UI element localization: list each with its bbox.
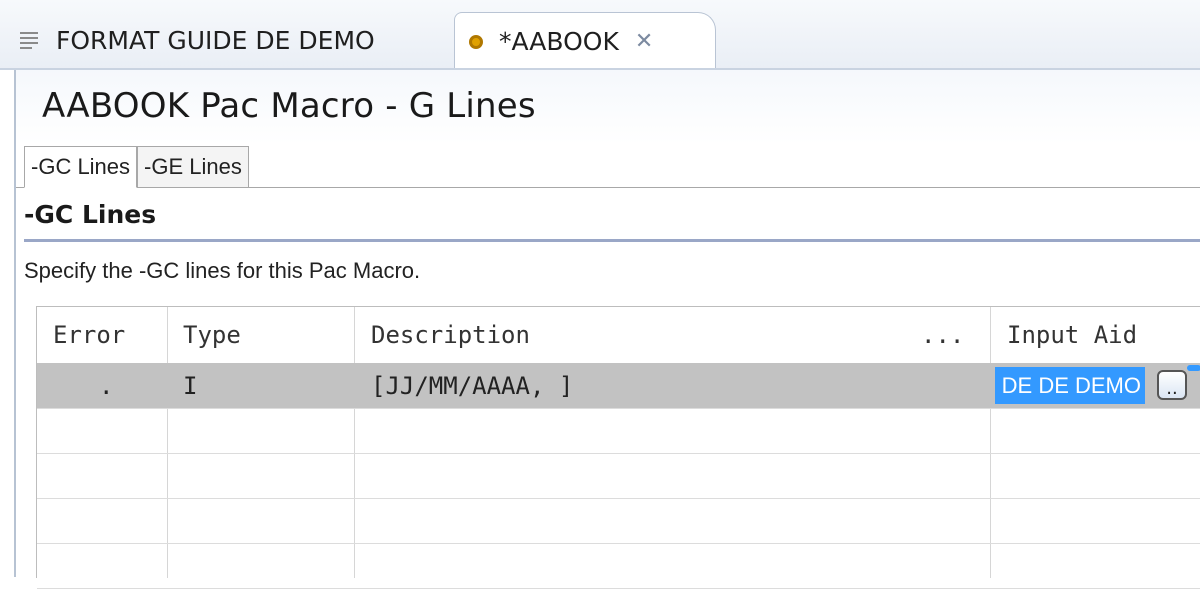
header-error[interactable]: Error — [53, 307, 125, 363]
cell-error[interactable]: . — [99, 363, 113, 408]
cell-type[interactable]: I — [183, 363, 197, 408]
cell-description[interactable]: [JJ/MM/AAAA, ] — [371, 363, 573, 408]
table-row[interactable] — [37, 498, 1200, 544]
gc-lines-table[interactable]: Error Type Description ... Input Aid . I… — [36, 306, 1200, 589]
header-description[interactable]: Description — [371, 307, 530, 363]
close-icon[interactable]: ✕ — [635, 29, 653, 54]
page-title: AABOOK Pac Macro - G Lines — [42, 86, 536, 126]
header-input-aid[interactable]: Input Aid — [1007, 307, 1137, 363]
header-type[interactable]: Type — [183, 307, 241, 363]
table-row[interactable] — [37, 408, 1200, 454]
table-header: Error Type Description ... Input Aid — [37, 307, 1200, 364]
editor-left-border — [14, 70, 16, 577]
tab-format-guide-label: FORMAT GUIDE DE DEMO — [56, 25, 375, 55]
tab-gc-lines[interactable]: -GC Lines — [24, 146, 138, 188]
header-description-more[interactable]: ... — [921, 307, 964, 363]
sub-tab-strip: -GC Lines -GE Lines — [24, 146, 249, 188]
section-divider — [24, 239, 1200, 242]
input-aid-field[interactable]: DE DE DEMO — [995, 367, 1145, 404]
browse-accent — [1187, 365, 1200, 371]
table-row[interactable] — [37, 453, 1200, 499]
table-row[interactable] — [37, 543, 1200, 589]
section-title: -GC Lines — [24, 200, 157, 229]
editor-tab-bar: FORMAT GUIDE DE DEMO *AABOOK ✕ — [0, 0, 1200, 70]
tab-aabook-label: *AABOOK — [499, 27, 619, 56]
document-lines-icon — [20, 32, 38, 49]
tab-ge-lines[interactable]: -GE Lines — [137, 146, 249, 188]
gear-icon — [469, 34, 483, 49]
ellipsis-button-icon[interactable]: .. — [1157, 370, 1187, 400]
table-row[interactable]: . I [JJ/MM/AAAA, ] DE DE DEMO .. — [37, 363, 1200, 409]
section-description: Specify the -GC lines for this Pac Macro… — [24, 258, 421, 283]
tab-format-guide[interactable]: FORMAT GUIDE DE DEMO — [18, 20, 448, 60]
tab-aabook[interactable]: *AABOOK ✕ — [454, 12, 716, 70]
